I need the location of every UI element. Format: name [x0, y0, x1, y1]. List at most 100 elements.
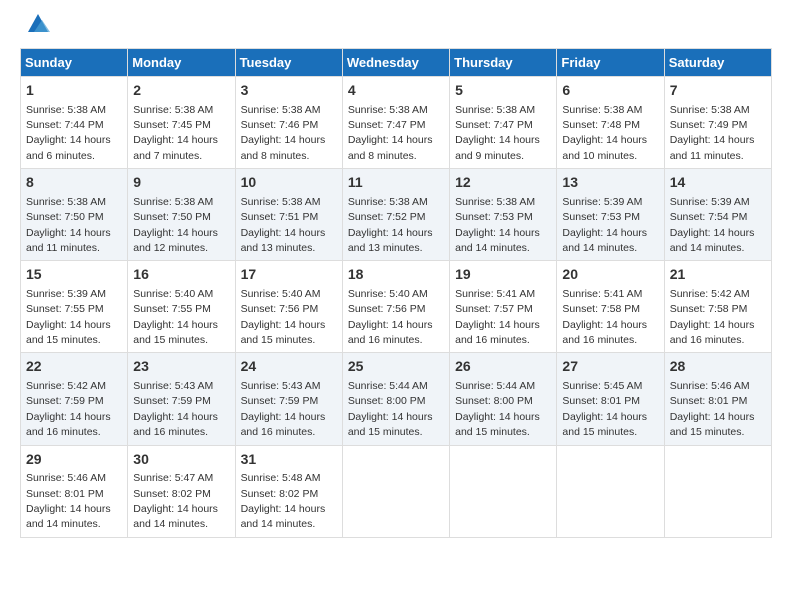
day-info: Sunrise: 5:44 AMSunset: 8:00 PMDaylight:…	[455, 380, 540, 438]
calendar-day-17: 17 Sunrise: 5:40 AMSunset: 7:56 PMDayligh…	[235, 261, 342, 353]
day-info: Sunrise: 5:38 AMSunset: 7:44 PMDaylight:…	[26, 104, 111, 162]
calendar-week-row: 15 Sunrise: 5:39 AMSunset: 7:55 PMDayligh…	[21, 261, 772, 353]
calendar-header-friday: Friday	[557, 49, 664, 77]
calendar-table: SundayMondayTuesdayWednesdayThursdayFrid…	[20, 48, 772, 538]
day-number: 20	[562, 265, 658, 285]
day-number: 11	[348, 173, 444, 193]
day-number: 26	[455, 357, 551, 377]
calendar-day-30: 30Sunrise: 5:47 AMSunset: 8:02 PMDayligh…	[128, 445, 235, 537]
day-number: 13	[562, 173, 658, 193]
day-info: Sunrise: 5:42 AMSunset: 7:58 PMDaylight:…	[670, 288, 755, 346]
day-number: 4	[348, 81, 444, 101]
calendar-week-row: 1 Sunrise: 5:38 AMSunset: 7:44 PMDaylight…	[21, 77, 772, 169]
day-info: Sunrise: 5:38 AMSunset: 7:53 PMDaylight:…	[455, 196, 540, 254]
calendar-header-saturday: Saturday	[664, 49, 771, 77]
day-number: 30	[133, 450, 229, 470]
day-info: Sunrise: 5:40 AMSunset: 7:55 PMDaylight:…	[133, 288, 218, 346]
day-number: 29	[26, 450, 122, 470]
calendar-header-row: SundayMondayTuesdayWednesdayThursdayFrid…	[21, 49, 772, 77]
calendar-day-9: 9 Sunrise: 5:38 AMSunset: 7:50 PMDaylight…	[128, 169, 235, 261]
calendar-header-sunday: Sunday	[21, 49, 128, 77]
calendar-day-empty	[557, 445, 664, 537]
calendar-header-tuesday: Tuesday	[235, 49, 342, 77]
calendar-day-27: 27Sunrise: 5:45 AMSunset: 8:01 PMDayligh…	[557, 353, 664, 445]
calendar-day-6: 6Sunrise: 5:38 AMSunset: 7:48 PMDaylight…	[557, 77, 664, 169]
calendar-day-25: 25Sunrise: 5:44 AMSunset: 8:00 PMDayligh…	[342, 353, 449, 445]
day-info: Sunrise: 5:47 AMSunset: 8:02 PMDaylight:…	[133, 472, 218, 530]
day-number: 31	[241, 450, 337, 470]
day-info: Sunrise: 5:43 AMSunset: 7:59 PMDaylight:…	[241, 380, 326, 438]
calendar-day-15: 15 Sunrise: 5:39 AMSunset: 7:55 PMDayligh…	[21, 261, 128, 353]
calendar-day-2: 2 Sunrise: 5:38 AMSunset: 7:45 PMDaylight…	[128, 77, 235, 169]
day-info: Sunrise: 5:41 AMSunset: 7:58 PMDaylight:…	[562, 288, 647, 346]
calendar-header-thursday: Thursday	[450, 49, 557, 77]
day-info: Sunrise: 5:38 AMSunset: 7:48 PMDaylight:…	[562, 104, 647, 162]
calendar-day-31: 31Sunrise: 5:48 AMSunset: 8:02 PMDayligh…	[235, 445, 342, 537]
day-number: 28	[670, 357, 766, 377]
day-info: Sunrise: 5:38 AMSunset: 7:45 PMDaylight:…	[133, 104, 218, 162]
day-info: Sunrise: 5:38 AMSunset: 7:46 PMDaylight:…	[241, 104, 326, 162]
logo-icon	[24, 10, 52, 38]
calendar-day-26: 26 Sunrise: 5:44 AMSunset: 8:00 PMDayligh…	[450, 353, 557, 445]
day-info: Sunrise: 5:44 AMSunset: 8:00 PMDaylight:…	[348, 380, 433, 438]
calendar-day-24: 24 Sunrise: 5:43 AMSunset: 7:59 PMDayligh…	[235, 353, 342, 445]
calendar-day-23: 23Sunrise: 5:43 AMSunset: 7:59 PMDayligh…	[128, 353, 235, 445]
calendar-header-wednesday: Wednesday	[342, 49, 449, 77]
calendar-day-5: 5Sunrise: 5:38 AMSunset: 7:47 PMDaylight…	[450, 77, 557, 169]
day-info: Sunrise: 5:38 AMSunset: 7:50 PMDaylight:…	[26, 196, 111, 254]
day-number: 17	[241, 265, 337, 285]
day-number: 1	[26, 81, 122, 101]
day-info: Sunrise: 5:38 AMSunset: 7:51 PMDaylight:…	[241, 196, 326, 254]
calendar-day-3: 3 Sunrise: 5:38 AMSunset: 7:46 PMDaylight…	[235, 77, 342, 169]
day-info: Sunrise: 5:39 AMSunset: 7:54 PMDaylight:…	[670, 196, 755, 254]
day-number: 12	[455, 173, 551, 193]
calendar-week-row: 22 Sunrise: 5:42 AMSunset: 7:59 PMDayligh…	[21, 353, 772, 445]
day-info: Sunrise: 5:39 AMSunset: 7:55 PMDaylight:…	[26, 288, 111, 346]
calendar-day-13: 13 Sunrise: 5:39 AMSunset: 7:53 PMDayligh…	[557, 169, 664, 261]
calendar-week-row: 8 Sunrise: 5:38 AMSunset: 7:50 PMDaylight…	[21, 169, 772, 261]
day-info: Sunrise: 5:39 AMSunset: 7:53 PMDaylight:…	[562, 196, 647, 254]
day-number: 9	[133, 173, 229, 193]
day-info: Sunrise: 5:40 AMSunset: 7:56 PMDaylight:…	[348, 288, 433, 346]
calendar-day-empty	[664, 445, 771, 537]
calendar-day-7: 7Sunrise: 5:38 AMSunset: 7:49 PMDaylight…	[664, 77, 771, 169]
calendar-day-21: 21Sunrise: 5:42 AMSunset: 7:58 PMDayligh…	[664, 261, 771, 353]
calendar-day-18: 18 Sunrise: 5:40 AMSunset: 7:56 PMDayligh…	[342, 261, 449, 353]
day-number: 14	[670, 173, 766, 193]
day-number: 18	[348, 265, 444, 285]
day-number: 19	[455, 265, 551, 285]
calendar-day-14: 14 Sunrise: 5:39 AMSunset: 7:54 PMDayligh…	[664, 169, 771, 261]
calendar-day-11: 11 Sunrise: 5:38 AMSunset: 7:52 PMDayligh…	[342, 169, 449, 261]
day-info: Sunrise: 5:38 AMSunset: 7:52 PMDaylight:…	[348, 196, 433, 254]
day-info: Sunrise: 5:38 AMSunset: 7:47 PMDaylight:…	[348, 104, 433, 162]
day-number: 24	[241, 357, 337, 377]
day-info: Sunrise: 5:38 AMSunset: 7:49 PMDaylight:…	[670, 104, 755, 162]
day-info: Sunrise: 5:40 AMSunset: 7:56 PMDaylight:…	[241, 288, 326, 346]
calendar-day-29: 29Sunrise: 5:46 AMSunset: 8:01 PMDayligh…	[21, 445, 128, 537]
day-info: Sunrise: 5:45 AMSunset: 8:01 PMDaylight:…	[562, 380, 647, 438]
day-number: 3	[241, 81, 337, 101]
day-info: Sunrise: 5:41 AMSunset: 7:57 PMDaylight:…	[455, 288, 540, 346]
day-number: 22	[26, 357, 122, 377]
calendar-day-19: 19 Sunrise: 5:41 AMSunset: 7:57 PMDayligh…	[450, 261, 557, 353]
calendar-day-empty	[342, 445, 449, 537]
calendar-day-empty	[450, 445, 557, 537]
day-info: Sunrise: 5:38 AMSunset: 7:50 PMDaylight:…	[133, 196, 218, 254]
day-number: 15	[26, 265, 122, 285]
day-number: 2	[133, 81, 229, 101]
calendar-header-monday: Monday	[128, 49, 235, 77]
day-info: Sunrise: 5:42 AMSunset: 7:59 PMDaylight:…	[26, 380, 111, 438]
day-number: 23	[133, 357, 229, 377]
calendar-day-22: 22 Sunrise: 5:42 AMSunset: 7:59 PMDayligh…	[21, 353, 128, 445]
day-number: 10	[241, 173, 337, 193]
calendar-day-28: 28Sunrise: 5:46 AMSunset: 8:01 PMDayligh…	[664, 353, 771, 445]
header	[20, 20, 772, 38]
day-info: Sunrise: 5:48 AMSunset: 8:02 PMDaylight:…	[241, 472, 326, 530]
day-number: 8	[26, 173, 122, 193]
day-info: Sunrise: 5:38 AMSunset: 7:47 PMDaylight:…	[455, 104, 540, 162]
logo	[20, 20, 52, 38]
calendar-week-row: 29Sunrise: 5:46 AMSunset: 8:01 PMDayligh…	[21, 445, 772, 537]
calendar-day-12: 12 Sunrise: 5:38 AMSunset: 7:53 PMDayligh…	[450, 169, 557, 261]
calendar-day-16: 16Sunrise: 5:40 AMSunset: 7:55 PMDayligh…	[128, 261, 235, 353]
day-info: Sunrise: 5:46 AMSunset: 8:01 PMDaylight:…	[26, 472, 111, 530]
